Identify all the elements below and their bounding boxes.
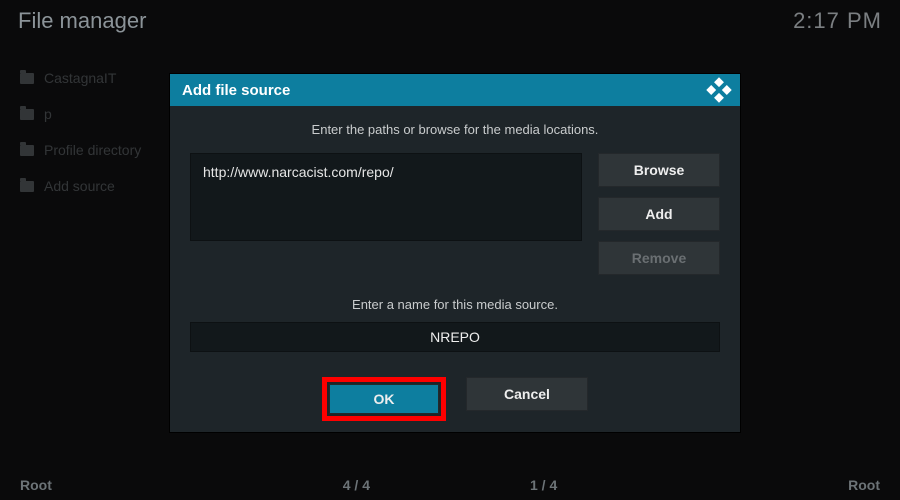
folder-icon bbox=[20, 181, 34, 192]
remove-button: Remove bbox=[598, 241, 720, 275]
name-hint: Enter a name for this media source. bbox=[190, 297, 720, 312]
path-input[interactable]: http://www.narcacist.com/repo/ bbox=[190, 153, 582, 241]
bottombar-label-left: Root bbox=[20, 477, 52, 493]
folder-icon bbox=[20, 109, 34, 120]
folder-icon bbox=[20, 73, 34, 84]
browse-button[interactable]: Browse bbox=[598, 153, 720, 187]
dialog-actions: OK Cancel bbox=[190, 377, 720, 421]
path-input-value: http://www.narcacist.com/repo/ bbox=[203, 164, 394, 180]
clock: 2:17 PM bbox=[793, 8, 882, 34]
path-buttons: Browse Add Remove bbox=[598, 153, 720, 275]
paths-row: http://www.narcacist.com/repo/ Browse Ad… bbox=[190, 153, 720, 275]
cancel-button[interactable]: Cancel bbox=[466, 377, 588, 411]
topbar: File manager 2:17 PM bbox=[0, 0, 900, 54]
kodi-logo-icon bbox=[706, 77, 731, 102]
source-name-input[interactable]: NREPO bbox=[190, 322, 720, 352]
ok-highlight: OK bbox=[322, 377, 446, 421]
ok-button[interactable]: OK bbox=[329, 384, 439, 414]
dialog-body: Enter the paths or browse for the media … bbox=[170, 106, 740, 437]
folder-icon bbox=[20, 145, 34, 156]
bottombar-pos-left: 4 / 4 bbox=[343, 477, 370, 493]
bottombar-pos-right: 1 / 4 bbox=[530, 477, 557, 493]
add-file-source-dialog: Add file source Enter the paths or brows… bbox=[170, 74, 740, 432]
add-button[interactable]: Add bbox=[598, 197, 720, 231]
source-name-value: NREPO bbox=[430, 329, 480, 345]
sidebar-item-label: Add source bbox=[44, 178, 115, 194]
dialog-title: Add file source bbox=[182, 82, 290, 99]
sidebar-item-label: CastagnaIT bbox=[44, 70, 116, 86]
sidebar-item-label: Profile directory bbox=[44, 142, 141, 158]
paths-hint: Enter the paths or browse for the media … bbox=[190, 122, 720, 137]
bottombar: Root 4 / 4 1 / 4 Root bbox=[0, 470, 900, 500]
dialog-titlebar: Add file source bbox=[170, 74, 740, 106]
bottombar-label-right: Root bbox=[848, 477, 880, 493]
page-title: File manager bbox=[18, 8, 146, 34]
sidebar-item-label: p bbox=[44, 106, 52, 122]
